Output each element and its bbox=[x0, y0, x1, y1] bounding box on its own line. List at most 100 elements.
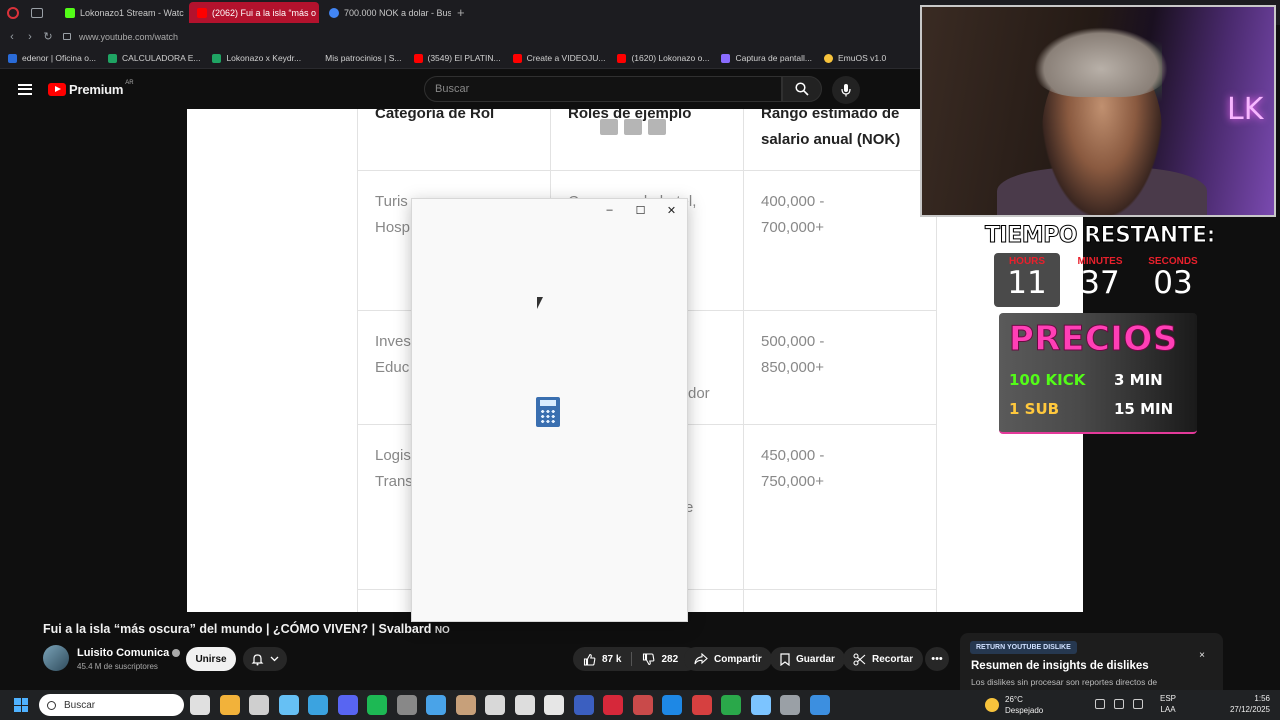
mic-icon[interactable] bbox=[1133, 699, 1143, 709]
close-button[interactable]: ✕ bbox=[656, 199, 687, 221]
channel-avatar[interactable] bbox=[43, 645, 69, 671]
channel-row: Luisito Comunica 45.4 M de suscriptores … bbox=[43, 645, 953, 673]
taskbar-app-icon[interactable] bbox=[219, 695, 240, 715]
window-controls: – ☐ ✕ bbox=[594, 199, 687, 221]
clip-label: Recortar bbox=[872, 653, 914, 665]
taskbar-app-icon[interactable] bbox=[396, 695, 417, 715]
bookmark-item[interactable]: Create a VIDEOJU... bbox=[512, 53, 605, 63]
bookmark-item[interactable]: edenor | Oficina o... bbox=[8, 53, 96, 63]
taskbar-search-input[interactable]: Buscar bbox=[39, 694, 184, 716]
bookmark-item[interactable]: Captura de pantall... bbox=[721, 53, 812, 63]
join-button[interactable]: Unirse bbox=[186, 647, 236, 671]
tab-islands-icon[interactable] bbox=[31, 7, 43, 18]
taskbar-app-icon[interactable] bbox=[485, 695, 505, 715]
minimize-button[interactable]: – bbox=[594, 199, 625, 221]
taskbar-app-icon[interactable] bbox=[367, 695, 387, 715]
bookmark-item[interactable]: (1620) Lokonazo o... bbox=[617, 53, 709, 63]
bookmark-item[interactable]: (3549) El PLATIN... bbox=[413, 53, 501, 63]
share-button[interactable]: Compartir bbox=[684, 647, 772, 671]
save-button[interactable]: Guardar bbox=[770, 647, 845, 671]
channel-name[interactable]: Luisito Comunica bbox=[77, 647, 181, 659]
clock[interactable]: 1:56 27/12/2025 bbox=[1230, 693, 1270, 715]
timer-minutes: MINUTES 37 bbox=[1067, 253, 1133, 307]
taskbar-app-icon[interactable] bbox=[278, 695, 299, 715]
skip-icon[interactable] bbox=[648, 119, 666, 135]
taskbar-app-icon[interactable] bbox=[750, 695, 771, 715]
reload-icon[interactable]: ↻ bbox=[39, 30, 57, 43]
tab-kick-stream[interactable]: Lokonazo1 Stream - Watc bbox=[57, 2, 187, 23]
subscriber-count: 45.4 M de suscriptores bbox=[77, 662, 158, 671]
dislike-button[interactable]: 282 bbox=[632, 647, 688, 671]
taskbar-app-icon[interactable] bbox=[632, 695, 653, 715]
tab-label: (2062) Fui a la isla “más o bbox=[212, 7, 317, 18]
bookmark-item[interactable]: CALCULADORA E... bbox=[108, 53, 200, 63]
bookmark-item[interactable]: Lokonazo x Keydr... bbox=[212, 53, 301, 63]
table-cell: 400,000 - bbox=[761, 193, 825, 210]
system-tray-icons bbox=[1095, 699, 1143, 709]
channel-name-text: Luisito Comunica bbox=[77, 647, 170, 659]
miniplayer-icon[interactable] bbox=[600, 119, 618, 135]
taskbar-app-icon[interactable] bbox=[514, 695, 535, 715]
clip-button[interactable]: Recortar bbox=[843, 647, 924, 671]
opera-logo-icon[interactable] bbox=[7, 6, 19, 19]
bookmark-label: (3549) El PLATIN... bbox=[427, 53, 501, 63]
url-field[interactable]: www.youtube.com/watch bbox=[79, 32, 178, 42]
prices-panel: PRECIOS 100 KICK 3 MIN 1 SUB 15 MIN bbox=[999, 313, 1197, 434]
new-tab-button[interactable]: + bbox=[457, 5, 465, 20]
menu-icon[interactable] bbox=[18, 83, 32, 95]
table-header: salario anual (NOK) bbox=[761, 131, 901, 148]
voice-search-button[interactable] bbox=[832, 76, 860, 104]
taskbar-app-icon[interactable] bbox=[573, 695, 594, 715]
sync-icon[interactable] bbox=[1114, 699, 1124, 709]
search-icon bbox=[795, 82, 809, 96]
search-input[interactable]: Buscar bbox=[424, 76, 782, 102]
table-cell: Trans bbox=[375, 473, 413, 490]
table-cell: 450,000 - bbox=[761, 447, 825, 464]
bookmark-item[interactable]: Mis patrocinios | S... bbox=[325, 53, 401, 63]
chevron-up-icon[interactable] bbox=[1095, 699, 1105, 709]
table-cell: 850,000+ bbox=[761, 359, 824, 376]
youtube-logo[interactable]: Premium AR bbox=[48, 80, 134, 97]
ryd-badge: RETURN YOUTUBE DISLIKE bbox=[970, 641, 1077, 654]
taskbar-app-icon[interactable] bbox=[780, 695, 800, 715]
taskbar-app-icon[interactable] bbox=[809, 695, 830, 715]
bookmark-icon bbox=[212, 53, 222, 63]
taskbar-app-icon[interactable] bbox=[691, 695, 712, 715]
search-button[interactable] bbox=[782, 76, 822, 102]
ryd-close-button[interactable]: × bbox=[1199, 650, 1205, 661]
taskbar-app-icon[interactable] bbox=[426, 695, 446, 715]
table-cell: Hosp bbox=[375, 219, 411, 236]
bookmark-label: (1620) Lokonazo o... bbox=[631, 53, 710, 63]
taskbar-app-icon[interactable] bbox=[337, 695, 358, 715]
taskbar-app-icon[interactable] bbox=[455, 695, 476, 715]
taskbar-app-icon[interactable] bbox=[190, 695, 210, 715]
like-count: 87 k bbox=[602, 653, 622, 665]
forward-icon[interactable]: › bbox=[21, 31, 39, 43]
taskbar-app-icon[interactable] bbox=[544, 695, 564, 715]
bookmark-item[interactable]: EmuOS v1.0 bbox=[824, 53, 886, 63]
tab-google-search[interactable]: 700.000 NOK a dolar - Bus bbox=[321, 2, 451, 23]
price-item: 100 KICK bbox=[1009, 371, 1086, 389]
clock-date: 27/12/2025 bbox=[1229, 705, 1270, 714]
language-indicator[interactable]: ESP LAA bbox=[1160, 693, 1176, 715]
weather-widget[interactable]: 26°C Despejado bbox=[985, 690, 1043, 720]
bookmark-icon bbox=[512, 53, 522, 63]
notifications-button[interactable] bbox=[243, 647, 287, 671]
prices-title: PRECIOS bbox=[1009, 319, 1178, 360]
tab-youtube-video[interactable]: (2062) Fui a la isla “más o bbox=[189, 2, 319, 23]
more-actions-button[interactable]: ••• bbox=[925, 647, 949, 671]
windows-start-icon[interactable] bbox=[14, 698, 28, 712]
taskbar-app-icon[interactable] bbox=[308, 695, 328, 715]
back-icon[interactable]: ‹ bbox=[3, 31, 21, 43]
popout-icon[interactable] bbox=[624, 119, 642, 135]
taskbar-app-icon[interactable] bbox=[721, 695, 741, 715]
thumbs-up-icon bbox=[583, 653, 596, 666]
calculator-window[interactable]: – ☐ ✕ bbox=[411, 198, 688, 622]
taskbar-app-icon[interactable] bbox=[603, 695, 623, 715]
taskbar-app-icon[interactable] bbox=[249, 695, 269, 715]
maximize-button[interactable]: ☐ bbox=[625, 199, 656, 221]
taskbar-app-icon[interactable] bbox=[662, 695, 682, 715]
like-button[interactable]: 87 k bbox=[573, 647, 631, 671]
mouse-cursor-icon bbox=[537, 297, 543, 309]
bookmarks-bar: edenor | Oficina o... CALCULADORA E... L… bbox=[0, 48, 920, 69]
